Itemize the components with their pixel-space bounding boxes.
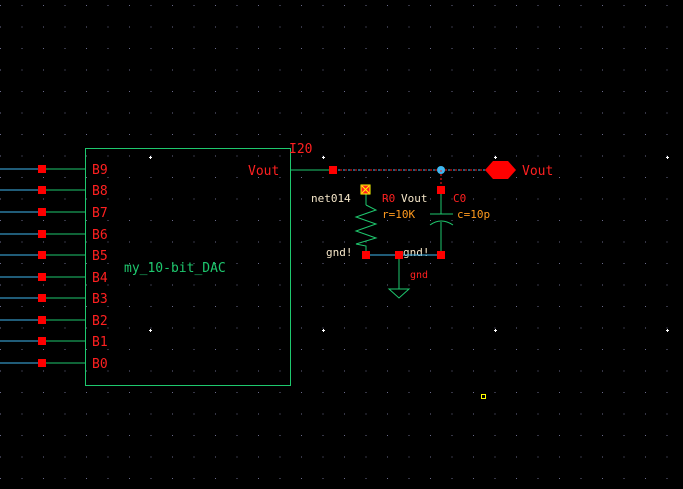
capacitor-bottom-terminal[interactable] <box>437 251 445 259</box>
pin-label: B8 <box>92 184 108 199</box>
pin-terminal[interactable] <box>38 273 46 281</box>
cell-name: my_10-bit_DAC <box>124 261 226 276</box>
pin-terminal[interactable] <box>329 166 337 174</box>
pin-label: B6 <box>92 228 108 243</box>
pin-label: B7 <box>92 206 108 221</box>
capacitor-top-terminal[interactable] <box>437 186 445 194</box>
pin-label: B4 <box>92 271 108 286</box>
resistor-net-label: Vout <box>401 192 428 205</box>
pin-terminal[interactable] <box>38 208 46 216</box>
net-label-net014: net014 <box>311 192 351 205</box>
pin-label: B5 <box>92 249 108 264</box>
pin-terminal[interactable] <box>38 251 46 259</box>
pin-label: B1 <box>92 335 108 350</box>
gnd-terminal[interactable] <box>395 251 403 259</box>
pin-terminal[interactable] <box>38 186 46 194</box>
instance-name: I20 <box>289 142 312 157</box>
capacitor-name: C0 <box>453 192 466 205</box>
ground-label: gnd <box>410 270 428 281</box>
pin-label: B0 <box>92 357 108 372</box>
resistor-gnd-label: gnd! <box>326 246 353 259</box>
pin-terminal[interactable] <box>38 165 46 173</box>
pin-label: B3 <box>92 292 108 307</box>
pin-terminal[interactable] <box>38 359 46 367</box>
schematic-canvas[interactable]: I20 my_10-bit_DAC Vout B9 B8 B7 B6 B5 B4 B3 B2 B… <box>0 0 683 489</box>
capacitor-param: c=10p <box>457 208 490 221</box>
capacitor-gnd-label: gnd! <box>403 246 430 259</box>
pin-terminal[interactable] <box>38 294 46 302</box>
pin-label: B9 <box>92 163 108 178</box>
resistor-bottom-terminal[interactable] <box>362 251 370 259</box>
pin-terminal[interactable] <box>38 337 46 345</box>
pin-label: B2 <box>92 314 108 329</box>
pin-label-vout: Vout <box>248 164 279 179</box>
resistor-name: R0 <box>382 192 395 205</box>
grid-dots <box>0 0 683 489</box>
output-pin-label: Vout <box>522 164 553 179</box>
pin-terminal[interactable] <box>38 230 46 238</box>
pin-terminal[interactable] <box>38 316 46 324</box>
resistor-param: r=10K <box>382 208 415 221</box>
